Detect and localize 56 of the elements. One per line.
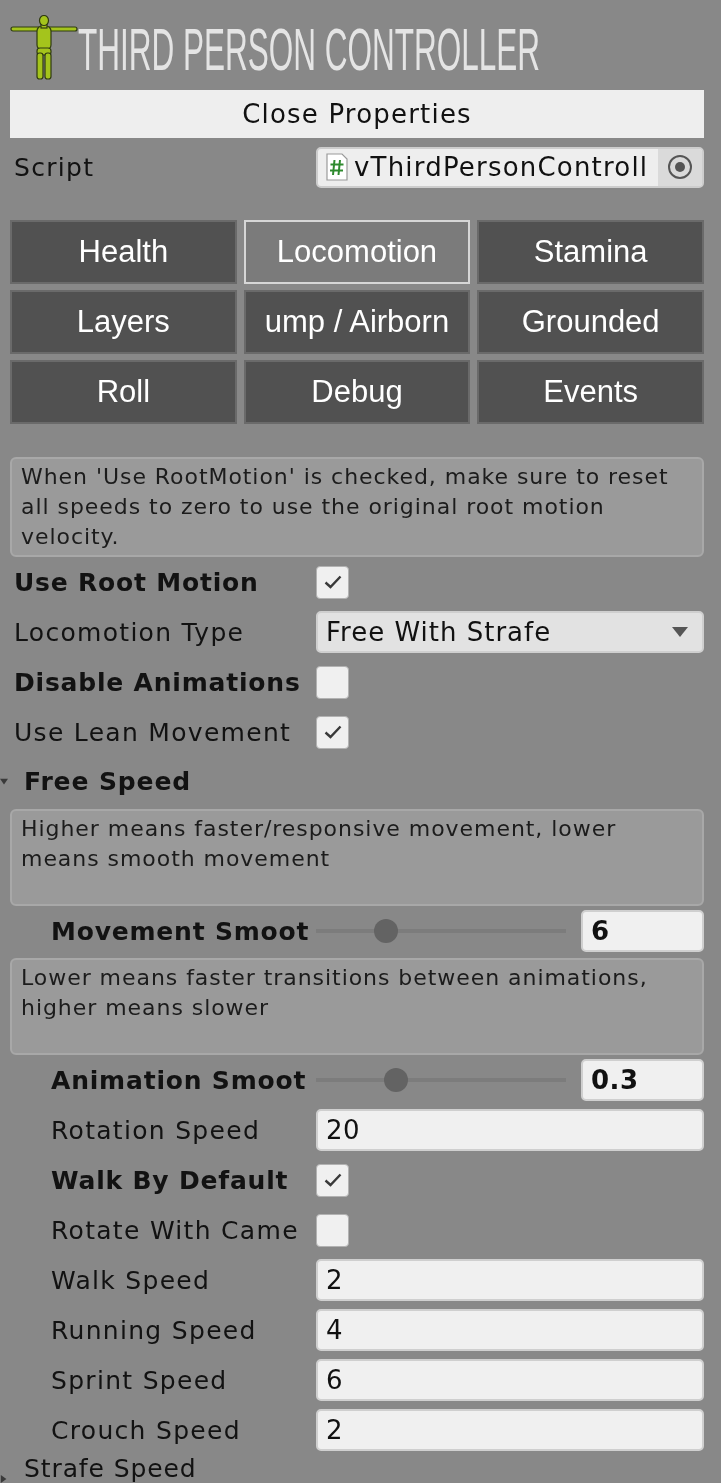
script-file-icon [326,153,348,181]
field-label: Use Root Motion [13,567,259,597]
slider-thumb[interactable] [384,1068,408,1092]
field-label: Crouch Speed [50,1415,241,1445]
input-field[interactable]: 4 [316,1309,704,1351]
field-label: Script [13,152,95,182]
section-header[interactable]: Strafe Speed [24,1455,197,1483]
close-properties-button[interactable]: Close Properties [10,90,704,138]
tab[interactable]: Roll [10,360,237,424]
section-header[interactable]: Free Speed [24,768,192,796]
field-label: Rotate With Came [50,1215,299,1245]
field-label: Use Lean Movement [13,717,292,747]
checkmark-icon [323,1173,342,1187]
field-label: Sprint Speed [50,1365,228,1395]
tab[interactable]: Health [10,220,237,284]
checkbox[interactable] [316,565,349,599]
object-picker-button[interactable] [658,148,702,186]
slider-thumb[interactable] [374,919,398,943]
target-icon [667,154,693,180]
checkmark-icon [323,725,342,739]
tab[interactable]: Debug [243,360,471,424]
foldout-triangle-icon[interactable] [0,1475,8,1483]
input-field[interactable]: 6 [581,910,704,952]
input-field[interactable]: 6 [316,1359,704,1401]
help-message: When 'Use RootMotion' is checked, make sure to reset all speeds to zero to use the original root motion velocity. [10,457,704,557]
inspector-title: THIRD PERSON CONTROLLER [78,20,541,80]
field-label: Movement Smoot [50,916,310,946]
checkbox[interactable] [316,1163,349,1197]
help-message: Higher means faster/responsive movement, lower means smooth movement [10,809,704,906]
field-label: Animation Smoot [50,1065,307,1095]
field-label: Walk By Default [50,1165,289,1195]
input-field[interactable]: 0.3 [581,1059,704,1101]
script-object-field[interactable]: vThirdPersonControll [316,146,704,188]
foldout-triangle-icon[interactable] [0,778,8,786]
checkbox[interactable] [316,1213,349,1247]
checkmark-icon [323,575,342,589]
tab[interactable]: ump / Airborn [243,290,471,354]
help-message: Lower means faster transitions between animations, higher means slower [10,958,704,1055]
input-field[interactable]: 2 [316,1409,704,1451]
tab[interactable]: Stamina [477,220,704,284]
checkbox[interactable] [316,715,349,749]
field-label: Rotation Speed [50,1115,261,1145]
humanoid-figure-icon [10,15,78,81]
tab[interactable]: Grounded [477,290,704,354]
dropdown[interactable]: Free With Strafe [316,611,704,653]
field-label: Walk Speed [50,1265,211,1295]
tab[interactable]: Events [477,360,704,424]
tab[interactable]: Locomotion [243,220,471,284]
input-field[interactable]: 2 [316,1259,704,1301]
input-field[interactable]: 20 [316,1109,704,1151]
field-label: Running Speed [50,1315,257,1345]
field-label: Disable Animations [13,667,301,697]
tab[interactable]: Layers [10,290,237,354]
checkbox[interactable] [316,665,349,699]
caret-icon [672,627,688,637]
field-label: Locomotion Type [13,617,245,647]
